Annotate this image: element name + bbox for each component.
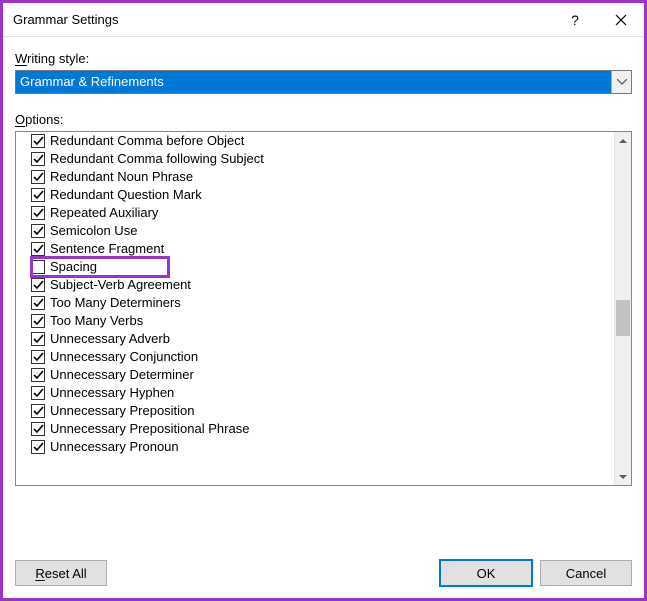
scroll-down-button[interactable] bbox=[615, 468, 631, 485]
reset-all-button[interactable]: Reset All bbox=[15, 560, 107, 586]
option-row[interactable]: Spacing bbox=[31, 258, 614, 276]
option-checkbox[interactable] bbox=[31, 440, 45, 454]
writing-style-dropdown[interactable]: Grammar & Refinements bbox=[15, 70, 632, 94]
dialog-frame: Grammar Settings ? Writing style: Gramma… bbox=[0, 0, 647, 601]
help-icon: ? bbox=[571, 12, 579, 28]
option-label: Unnecessary Conjunction bbox=[50, 348, 198, 366]
option-row[interactable]: Unnecessary Prepositional Phrase bbox=[31, 420, 614, 438]
option-row[interactable]: Redundant Noun Phrase bbox=[31, 168, 614, 186]
option-label: Redundant Comma before Object bbox=[50, 132, 244, 150]
window-title: Grammar Settings bbox=[13, 12, 552, 27]
dropdown-selected: Grammar & Refinements bbox=[16, 71, 611, 93]
option-checkbox[interactable] bbox=[31, 350, 45, 364]
title-bar: Grammar Settings ? bbox=[3, 3, 644, 37]
close-icon bbox=[615, 14, 627, 26]
close-button[interactable] bbox=[598, 3, 644, 37]
button-row: Reset All OK Cancel bbox=[15, 560, 632, 586]
option-checkbox[interactable] bbox=[31, 152, 45, 166]
options-listbox: Redundant Comma before ObjectRedundant C… bbox=[15, 131, 632, 486]
dropdown-arrow-button[interactable] bbox=[611, 71, 631, 93]
option-label: Unnecessary Pronoun bbox=[50, 438, 179, 456]
chevron-down-icon bbox=[619, 474, 627, 480]
option-row[interactable]: Redundant Question Mark bbox=[31, 186, 614, 204]
option-label: Spacing bbox=[50, 258, 97, 276]
option-row[interactable]: Too Many Determiners bbox=[31, 294, 614, 312]
option-label: Too Many Verbs bbox=[50, 312, 143, 330]
cancel-button[interactable]: Cancel bbox=[540, 560, 632, 586]
option-checkbox[interactable] bbox=[31, 314, 45, 328]
option-label: Unnecessary Adverb bbox=[50, 330, 170, 348]
option-checkbox[interactable] bbox=[31, 422, 45, 436]
option-label: Repeated Auxiliary bbox=[50, 204, 158, 222]
option-label: Semicolon Use bbox=[50, 222, 137, 240]
option-row[interactable]: Unnecessary Preposition bbox=[31, 402, 614, 420]
scrollbar[interactable] bbox=[614, 132, 631, 485]
option-checkbox[interactable] bbox=[31, 224, 45, 238]
option-label: Redundant Question Mark bbox=[50, 186, 202, 204]
option-checkbox[interactable] bbox=[31, 170, 45, 184]
option-checkbox[interactable] bbox=[31, 368, 45, 382]
option-label: Unnecessary Hyphen bbox=[50, 384, 174, 402]
option-row[interactable]: Semicolon Use bbox=[31, 222, 614, 240]
option-label: Sentence Fragment bbox=[50, 240, 164, 258]
help-button[interactable]: ? bbox=[552, 3, 598, 37]
option-checkbox[interactable] bbox=[31, 278, 45, 292]
scroll-thumb[interactable] bbox=[616, 300, 630, 336]
option-checkbox[interactable] bbox=[31, 332, 45, 346]
option-row[interactable]: Unnecessary Pronoun bbox=[31, 438, 614, 456]
writing-style-label: Writing style: bbox=[15, 51, 632, 66]
scroll-up-button[interactable] bbox=[615, 132, 631, 149]
option-checkbox[interactable] bbox=[31, 296, 45, 310]
option-label: Unnecessary Preposition bbox=[50, 402, 195, 420]
chevron-down-icon bbox=[617, 79, 627, 85]
chevron-up-icon bbox=[619, 138, 627, 144]
option-checkbox[interactable] bbox=[31, 188, 45, 202]
option-row[interactable]: Too Many Verbs bbox=[31, 312, 614, 330]
option-row[interactable]: Redundant Comma before Object bbox=[31, 132, 614, 150]
option-label: Redundant Comma following Subject bbox=[50, 150, 264, 168]
option-row[interactable]: Repeated Auxiliary bbox=[31, 204, 614, 222]
option-label: Too Many Determiners bbox=[50, 294, 181, 312]
options-label: Options: bbox=[15, 112, 632, 127]
option-row[interactable]: Unnecessary Determiner bbox=[31, 366, 614, 384]
option-row[interactable]: Redundant Comma following Subject bbox=[31, 150, 614, 168]
option-label: Unnecessary Prepositional Phrase bbox=[50, 420, 249, 438]
option-row[interactable]: Unnecessary Hyphen bbox=[31, 384, 614, 402]
options-list-inner: Redundant Comma before ObjectRedundant C… bbox=[16, 132, 614, 485]
option-label: Redundant Noun Phrase bbox=[50, 168, 193, 186]
option-checkbox[interactable] bbox=[31, 260, 45, 274]
option-row[interactable]: Subject-Verb Agreement bbox=[31, 276, 614, 294]
option-checkbox[interactable] bbox=[31, 134, 45, 148]
ok-button[interactable]: OK bbox=[440, 560, 532, 586]
dialog-content: Writing style: Grammar & Refinements Opt… bbox=[3, 37, 644, 486]
option-checkbox[interactable] bbox=[31, 404, 45, 418]
option-checkbox[interactable] bbox=[31, 386, 45, 400]
option-checkbox[interactable] bbox=[31, 242, 45, 256]
option-label: Unnecessary Determiner bbox=[50, 366, 194, 384]
option-checkbox[interactable] bbox=[31, 206, 45, 220]
option-label: Subject-Verb Agreement bbox=[50, 276, 191, 294]
option-row[interactable]: Unnecessary Conjunction bbox=[31, 348, 614, 366]
option-row[interactable]: Sentence Fragment bbox=[31, 240, 614, 258]
option-row[interactable]: Unnecessary Adverb bbox=[31, 330, 614, 348]
